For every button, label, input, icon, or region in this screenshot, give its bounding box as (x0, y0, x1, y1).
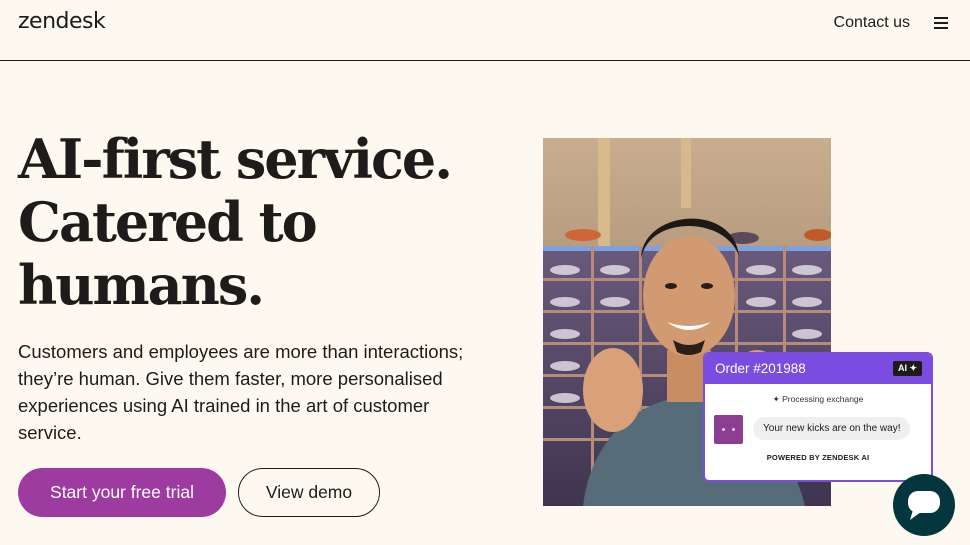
start-free-trial-button[interactable]: Start your free trial (18, 468, 226, 517)
hamburger-menu-icon[interactable] (934, 17, 948, 31)
hero-title: AI-first service. Catered to humans. (18, 128, 498, 317)
processing-status: ✦ Processing exchange (772, 394, 864, 404)
hero-title-line-2: Catered to (18, 190, 318, 254)
hero-title-line-3: humans. (18, 253, 265, 317)
chat-launcher-button[interactable] (893, 474, 955, 536)
hero-title-line-1: AI-first service. (18, 127, 453, 191)
zendesk-logo[interactable]: zendesk (18, 9, 106, 34)
bot-avatar (714, 415, 743, 444)
order-title: Order #201988 (715, 361, 806, 376)
site-header: zendesk Contact us (0, 0, 970, 61)
powered-by-label: POWERED BY ZENDESK AI (766, 453, 870, 462)
order-card-header: Order #201988 AI ✦ (705, 354, 931, 384)
message-bubble: Your new kicks are on the way! (753, 417, 911, 440)
message-row: Your new kicks are on the way! (705, 413, 931, 447)
chat-bubble-icon (908, 491, 940, 520)
ai-badge: AI ✦ (892, 361, 922, 376)
order-card: Order #201988 AI ✦ ✦ Processing exchange… (703, 352, 933, 482)
contact-us-link[interactable]: Contact us (834, 14, 910, 32)
sparkle-icon: ✦ (772, 394, 780, 404)
hero-subtitle: Customers and employees are more than in… (18, 341, 464, 443)
view-demo-button[interactable]: View demo (238, 468, 380, 517)
